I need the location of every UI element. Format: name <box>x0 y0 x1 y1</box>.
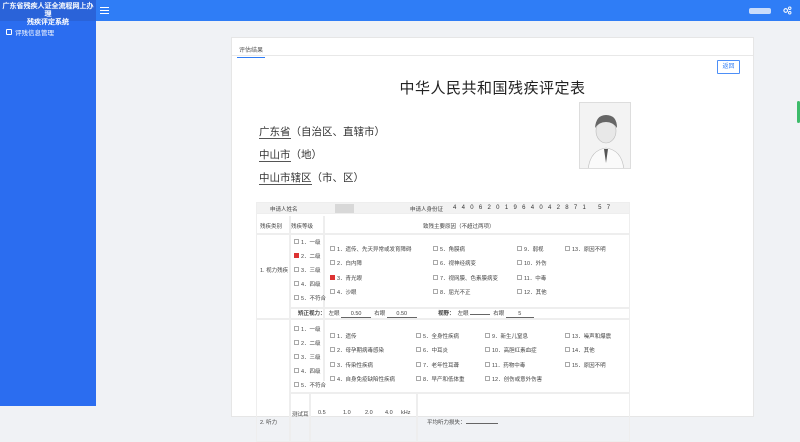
province-line: 广东省（自治区、直辖市） <box>259 124 385 139</box>
hearing-cause-2[interactable]: 2．母孕期病毒感染 <box>330 346 384 354</box>
vision-level-1[interactable]: 1．一级 <box>294 238 321 246</box>
hearing-level-1[interactable]: 1．一级 <box>294 325 321 333</box>
applicant-name-blurred <box>335 204 354 213</box>
freq-unit: kHz <box>401 410 411 416</box>
applicant-id-value: 4406201964042871 57 <box>453 205 616 211</box>
top-bar <box>96 0 800 21</box>
hearing-cause-3[interactable]: 3．传染性疾病 <box>330 361 373 369</box>
vision-cause-2[interactable]: 2．白内障 <box>330 259 362 267</box>
main-content: 评估结果 返回 中华人民共和国残疾评定表 广东省（自治区、直辖市） 中山市（地）… <box>96 21 800 442</box>
hearing-category: 2. 听力 <box>260 420 278 426</box>
page-title: 中华人民共和国残疾评定表 <box>399 80 586 97</box>
applicant-name-label: 申请人姓名 <box>270 207 298 213</box>
avatar-icon <box>580 103 630 168</box>
sidebar-item-label: 评残信息管理 <box>15 30 54 37</box>
vision-cause-5[interactable]: 5．角膜病 <box>433 245 465 253</box>
hearing-cause-13[interactable]: 13．噪声和爆震 <box>565 332 611 340</box>
hearing-cause-6[interactable]: 6．中耳炎 <box>416 346 448 354</box>
back-button[interactable]: 返回 <box>717 60 740 74</box>
vision-cause-4[interactable]: 4．沙眼 <box>330 288 357 296</box>
result-panel: 评估结果 返回 中华人民共和国残疾评定表 广东省（自治区、直辖市） 中山市（地）… <box>231 37 754 442</box>
tab-divider <box>232 55 753 56</box>
freq-10: 1.0 <box>343 410 351 416</box>
corrected-vision: 矫正视力： 左眼 0.50 右眼 0.50 <box>298 309 417 318</box>
vision-category: 1. 视力残疾 <box>260 268 289 274</box>
brand-line1: 广东省残疾人证全流程网上办理 <box>2 2 94 18</box>
menu-toggle-icon[interactable] <box>100 7 109 14</box>
district-value: 中山市辖区 <box>259 172 312 185</box>
applicant-photo-placeholder <box>579 102 631 169</box>
col-cause: 致残主要原因（不超过两项） <box>423 224 495 230</box>
app-brand: 广东省残疾人证全流程网上办理 残疾评定系统 <box>0 0 96 26</box>
province-suffix: （自治区、直辖市） <box>290 126 386 138</box>
city-value: 中山市 <box>259 149 291 162</box>
vision-cause-11[interactable]: 11．中毒 <box>517 274 546 282</box>
vision-level-5[interactable]: 5．不符合 <box>294 294 326 302</box>
hearing-cause-10[interactable]: 10．高胆红素血症 <box>485 346 537 354</box>
col-divider-1 <box>289 216 291 442</box>
col-category: 残疾类别 <box>260 224 283 230</box>
vision-cause-13[interactable]: 13．原因不明 <box>565 245 606 253</box>
visual-field: 视野： 左眼 右眼 5 <box>438 309 534 318</box>
col-divider-3 <box>309 392 311 442</box>
hearing-level-5[interactable]: 5．不符合 <box>294 381 326 389</box>
hearing-cause-14[interactable]: 14．其他 <box>565 346 595 354</box>
avg-hearing-loss: 平均听力损失： <box>427 418 498 426</box>
freq-40: 4.0 <box>385 410 393 416</box>
vision-cause-12[interactable]: 12．其他 <box>517 288 547 296</box>
col-level: 残疾等级 <box>291 224 314 230</box>
hearing-cause-12[interactable]: 12．创伤或意外伤害 <box>485 375 542 383</box>
row-divider <box>289 392 630 394</box>
district-suffix: （市、区） <box>311 172 365 184</box>
hearing-cause-1[interactable]: 1．遗传 <box>330 332 357 340</box>
hearing-level-4[interactable]: 4．四级 <box>294 367 321 375</box>
vision-level-4[interactable]: 4．四级 <box>294 280 321 288</box>
sidebar: 广东省残疾人证全流程网上办理 残疾评定系统 评残信息管理 <box>0 0 96 406</box>
row-divider <box>256 318 630 320</box>
vision-cause-6[interactable]: 6．视神经病变 <box>433 259 476 267</box>
user-name-blurred[interactable] <box>749 7 771 14</box>
freq-20: 2.0 <box>365 410 373 416</box>
hearing-cause-5[interactable]: 5．全身性疾病 <box>416 332 459 340</box>
province-value: 广东省 <box>259 126 291 139</box>
hearing-cause-11[interactable]: 11．药物中毒 <box>485 361 525 369</box>
row-divider <box>256 233 630 235</box>
col-divider-4 <box>416 392 418 442</box>
city-line: 中山市（地） <box>259 147 322 162</box>
vision-cause-9[interactable]: 9．弱视 <box>517 245 544 253</box>
vision-cause-3[interactable]: 3．青光眼 <box>330 274 362 282</box>
vision-level-2[interactable]: 2．二级 <box>294 252 321 260</box>
settings-icon[interactable] <box>783 6 792 15</box>
hearing-cause-9[interactable]: 9．新生儿窒息 <box>485 332 528 340</box>
district-line: 中山市辖区（市、区） <box>259 170 364 185</box>
test-ear-label: 测试耳 <box>292 412 309 418</box>
vision-cause-10[interactable]: 10．外伤 <box>517 259 547 267</box>
hearing-cause-15[interactable]: 15．原因不明 <box>565 361 606 369</box>
hearing-cause-7[interactable]: 7．老年性耳聋 <box>416 361 459 369</box>
city-suffix: （地） <box>290 149 323 161</box>
hearing-level-2[interactable]: 2．二级 <box>294 339 321 347</box>
grid-icon <box>6 29 12 35</box>
vision-cause-7[interactable]: 7．视网膜、色素膜病变 <box>433 274 498 282</box>
vision-cause-1[interactable]: 1．遗传、先天异常或发育障碍 <box>330 245 412 253</box>
hearing-cause-4[interactable]: 4．自身免疫缺陷性疾病 <box>330 375 395 383</box>
hearing-cause-8[interactable]: 8．早产和低体重 <box>416 375 465 383</box>
applicant-id-label: 申请人身份证 <box>410 207 444 213</box>
vision-level-3[interactable]: 3．三级 <box>294 266 321 274</box>
hearing-level-3[interactable]: 3．三级 <box>294 353 321 361</box>
vision-cause-8[interactable]: 8．屈光不正 <box>433 288 471 296</box>
freq-05: 0.5 <box>318 410 326 416</box>
